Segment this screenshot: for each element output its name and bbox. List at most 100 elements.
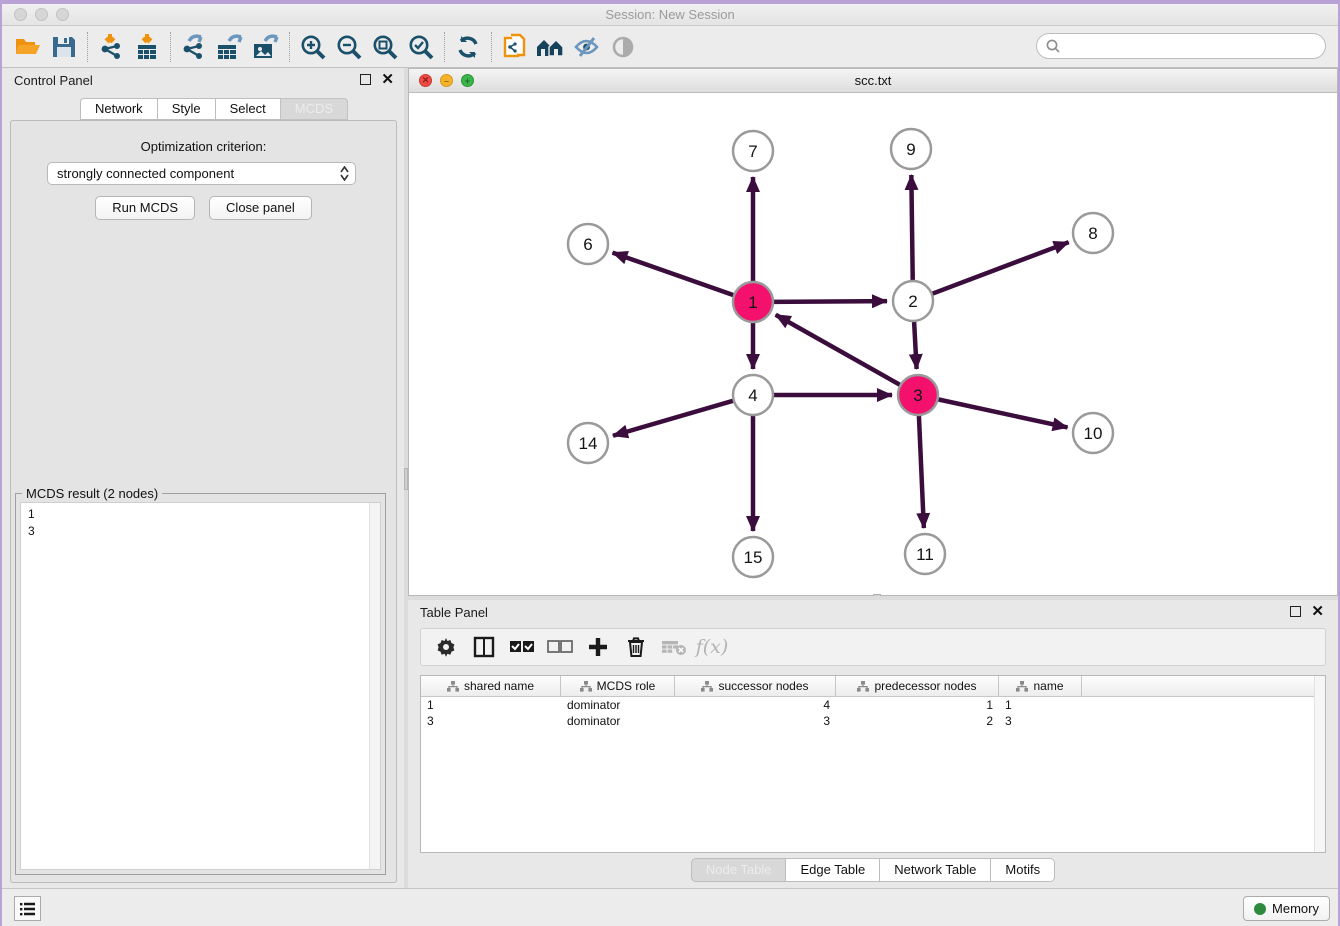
table-cell[interactable]: 3 [421,713,561,729]
refresh-icon[interactable] [450,30,486,64]
table-cell[interactable]: 1 [999,697,1082,713]
graph-node-3[interactable]: 3 [898,375,938,415]
edge-3-10[interactable] [938,399,1068,427]
memory-button[interactable]: Memory [1243,896,1330,921]
svg-text:6: 6 [583,235,592,254]
search-box[interactable] [1036,33,1326,59]
mcds-result-title: MCDS result (2 nodes) [22,486,162,501]
graph-node-9[interactable]: 9 [891,129,931,169]
close-panel-icon[interactable]: ✕ [381,74,394,85]
close-panel-button[interactable]: Close panel [209,196,312,220]
column-header-predecessor-nodes[interactable]: predecessor nodes [836,676,999,696]
export-image-icon[interactable] [248,30,284,64]
table-cell[interactable]: 3 [675,713,836,729]
table-row[interactable]: 1dominator411 [421,697,1325,713]
graph-node-1[interactable]: 1 [733,282,773,322]
zoom-fit-icon[interactable] [367,30,403,64]
graph-node-6[interactable]: 6 [568,224,608,264]
export-table-icon[interactable] [212,30,248,64]
zoom-in-icon[interactable] [295,30,331,64]
hierarchy-icon [857,681,869,692]
tab-style[interactable]: Style [157,98,215,120]
task-history-button[interactable] [14,896,41,921]
table-scrollbar[interactable] [1314,676,1325,852]
svg-text:4: 4 [748,386,757,405]
edge-3-11[interactable] [919,415,924,528]
column-header-name[interactable]: name [999,676,1082,696]
graph-node-10[interactable]: 10 [1073,413,1113,453]
table-cell[interactable]: dominator [561,713,675,729]
titlebar: Session: New Session [2,4,1338,26]
result-scrollbar[interactable] [369,503,380,869]
import-table-icon[interactable] [129,30,165,64]
hide-details-icon[interactable] [569,30,605,64]
table-cell[interactable]: 4 [675,697,836,713]
add-column-icon[interactable] [581,631,615,663]
tab-motifs[interactable]: Motifs [990,858,1055,882]
edge-2-8[interactable] [932,242,1069,294]
edge-1-2[interactable] [773,301,887,302]
table-cell[interactable]: 3 [999,713,1082,729]
edge-2-3[interactable] [914,321,917,369]
table-cell[interactable]: dominator [561,697,675,713]
column-header-MCDS-role[interactable]: MCDS role [561,676,675,696]
deselect-all-icon[interactable] [543,631,577,663]
tab-mcds[interactable]: MCDS [280,98,348,120]
show-details-icon[interactable] [605,30,641,64]
table-close-panel-icon[interactable]: ✕ [1311,606,1324,617]
graph-node-14[interactable]: 14 [568,423,608,463]
search-input[interactable] [1061,36,1325,56]
table-row[interactable]: 3dominator323 [421,713,1325,729]
run-mcds-button[interactable]: Run MCDS [95,196,195,220]
table-cell[interactable]: 2 [836,713,999,729]
delete-column-icon[interactable] [619,631,653,663]
tab-network[interactable]: Network [80,98,157,120]
tab-select[interactable]: Select [215,98,280,120]
tab-node-table[interactable]: Node Table [691,858,786,882]
graph-node-7[interactable]: 7 [733,131,773,171]
table-cell[interactable]: 1 [836,697,999,713]
graph-node-11[interactable]: 11 [905,534,945,574]
graph-node-2[interactable]: 2 [893,281,933,321]
delete-table-icon[interactable] [657,631,691,663]
control-panel: Control Panel ✕ NetworkStyleSelectMCDS O… [2,68,404,888]
export-network-icon[interactable] [176,30,212,64]
column-selector-icon[interactable] [467,631,501,663]
table-float-panel-icon[interactable] [1290,606,1301,617]
tab-edge-table[interactable]: Edge Table [785,858,879,882]
chevron-up-down-icon [340,166,349,181]
network-window-titlebar[interactable]: ✕ – + scc.txt [409,69,1337,93]
edge-3-1[interactable] [776,315,901,385]
open-session-icon[interactable] [10,30,46,64]
edge-4-14[interactable] [613,401,734,436]
graph-node-15[interactable]: 15 [733,537,773,577]
hierarchy-icon [447,681,459,692]
float-panel-icon[interactable] [360,74,371,85]
svg-text:9: 9 [906,140,915,159]
edge-1-6[interactable] [613,253,735,296]
column-header-successor-nodes[interactable]: successor nodes [675,676,836,696]
column-header-shared-name[interactable]: shared name [421,676,561,696]
graph-node-8[interactable]: 8 [1073,213,1113,253]
zoom-out-icon[interactable] [331,30,367,64]
edge-2-9[interactable] [911,175,912,281]
tab-network-table[interactable]: Network Table [879,858,990,882]
network-canvas[interactable]: 7 9 6 8 1 2 4 3 14 10 15 11 [409,93,1337,595]
mcds-panel: Optimization criterion: strongly connect… [10,120,397,883]
save-session-icon[interactable] [46,30,82,64]
mcds-result-textarea[interactable]: 1 3 [20,502,381,870]
import-network-icon[interactable] [93,30,129,64]
svg-text:3: 3 [913,386,922,405]
graph-node-4[interactable]: 4 [733,375,773,415]
mcds-result-values: 1 3 [21,503,380,540]
first-neighbors-icon[interactable] [533,30,569,64]
list-icon [20,902,36,916]
clone-network-icon[interactable] [497,30,533,64]
criterion-dropdown[interactable]: strongly connected component [47,162,356,185]
table-settings-icon[interactable] [429,631,463,663]
table-cell[interactable]: 1 [421,697,561,713]
zoom-selected-icon[interactable] [403,30,439,64]
control-panel-title: Control Panel [14,73,93,88]
select-all-icon[interactable] [505,631,539,663]
memory-label: Memory [1272,901,1319,916]
